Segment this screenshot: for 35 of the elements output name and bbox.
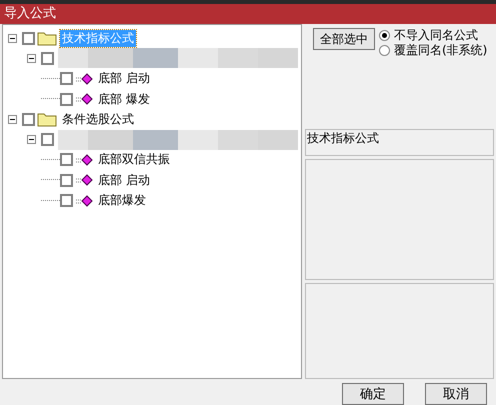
tree-item[interactable]: 底部爆发 <box>96 192 148 210</box>
diamond-icon <box>75 72 93 85</box>
diamond-icon <box>75 194 93 207</box>
description-box: 技术指标公式 <box>305 129 494 156</box>
radio-button[interactable] <box>379 45 390 56</box>
tree-item[interactable]: 底部双信共振 <box>96 151 172 168</box>
folder-icon <box>37 111 57 128</box>
checkbox[interactable] <box>60 72 73 86</box>
window-title: 导入公式 <box>0 4 496 24</box>
collapse-toggle-icon[interactable] <box>27 54 36 63</box>
tree-item[interactable]: 底部 启动 <box>96 70 152 88</box>
checkbox[interactable] <box>60 194 73 208</box>
diamond-icon <box>75 154 93 166</box>
diamond-icon <box>75 174 93 186</box>
checkbox[interactable] <box>41 133 54 146</box>
tree-item[interactable]: 条件选股公式 <box>60 110 136 128</box>
checkbox[interactable] <box>22 112 35 126</box>
checkbox[interactable] <box>22 32 35 45</box>
collapse-toggle-icon[interactable] <box>8 114 17 124</box>
tree-item[interactable]: 底部 爆发 <box>96 90 152 108</box>
checkbox[interactable] <box>60 174 73 187</box>
radio-button[interactable] <box>379 30 390 41</box>
checkbox[interactable] <box>60 153 73 166</box>
dialog-button[interactable]: 取消 <box>425 383 487 405</box>
tree-item[interactable]: 底部 启动 <box>96 172 152 189</box>
collapse-toggle-icon[interactable] <box>8 34 17 43</box>
dialog-button[interactable]: 确定 <box>342 383 404 405</box>
option-label: 不导入同名公式 <box>394 27 478 44</box>
select-all-button[interactable]: 全部选中 <box>313 28 375 50</box>
folder-icon <box>37 30 57 46</box>
collapse-toggle-icon[interactable] <box>27 135 36 144</box>
checkbox[interactable] <box>41 52 54 65</box>
option-label: 覆盖同名(非系统) <box>394 42 488 59</box>
diamond-icon <box>75 93 93 106</box>
checkbox[interactable] <box>60 92 73 106</box>
